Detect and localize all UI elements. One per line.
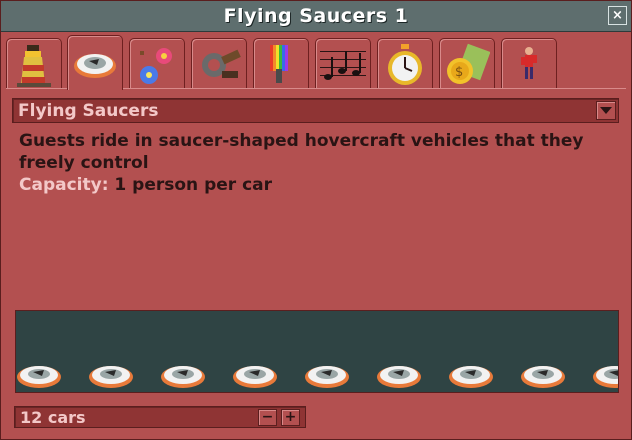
music-notes-icon	[320, 51, 366, 80]
tab-vehicle[interactable]	[67, 35, 123, 90]
title-bar[interactable]: Flying Saucers 1 ×	[1, 1, 631, 32]
saucer-car-icon	[233, 366, 277, 388]
tab-main[interactable]	[6, 38, 62, 88]
svg-text:$: $	[455, 65, 463, 80]
saucer-car-icon	[89, 366, 133, 388]
window-title: Flying Saucers 1	[223, 5, 409, 27]
tab-effects[interactable]	[129, 38, 185, 88]
vehicle-description: Guests ride in saucer-shaped hovercraft …	[19, 131, 584, 173]
paint-colours-icon	[270, 45, 288, 83]
chevron-down-icon	[600, 107, 612, 114]
saucer-car-icon	[593, 366, 618, 388]
car-count-value: 12 cars	[20, 408, 86, 427]
saucer-car-icon	[449, 366, 493, 388]
tab-strip: $	[1, 32, 631, 90]
tab-maintenance[interactable]	[191, 38, 247, 88]
decrease-cars-button[interactable]: −	[258, 409, 277, 426]
tab-music[interactable]	[315, 38, 371, 88]
ride-window: Flying Saucers 1 × $ Flying Saucers Gues…	[0, 0, 632, 440]
flying-saucer-vehicle-icon	[74, 54, 116, 78]
saucer-car-icon	[521, 366, 565, 388]
increase-cars-button[interactable]: +	[281, 409, 300, 426]
vehicle-type-dropdown[interactable]: Flying Saucers	[12, 98, 619, 123]
fireworks-icon	[140, 48, 172, 84]
saucer-car-icon	[377, 366, 421, 388]
wrench-icon	[202, 49, 241, 78]
vehicle-type-value: Flying Saucers	[18, 101, 159, 121]
tab-income[interactable]: $	[439, 38, 495, 88]
lighthouse-icon	[17, 45, 51, 87]
car-count-field: 12 cars − +	[14, 406, 306, 428]
dropdown-button[interactable]	[596, 101, 616, 120]
vehicle-preview	[15, 310, 619, 393]
saucer-car-icon	[17, 366, 61, 388]
tab-measurements[interactable]	[377, 38, 433, 88]
capacity-value: 1 person per car	[114, 175, 273, 195]
close-button[interactable]: ×	[608, 6, 627, 25]
capacity-row: Capacity: 1 person per car	[19, 175, 272, 195]
capacity-label: Capacity:	[19, 175, 109, 195]
saucer-car-icon	[161, 366, 205, 388]
saucer-car-icon	[305, 366, 349, 388]
tab-customers[interactable]	[501, 38, 557, 88]
stopwatch-icon	[388, 44, 422, 85]
money-icon: $	[447, 43, 490, 84]
guest-icon	[521, 47, 537, 79]
tab-colour[interactable]	[253, 38, 309, 88]
